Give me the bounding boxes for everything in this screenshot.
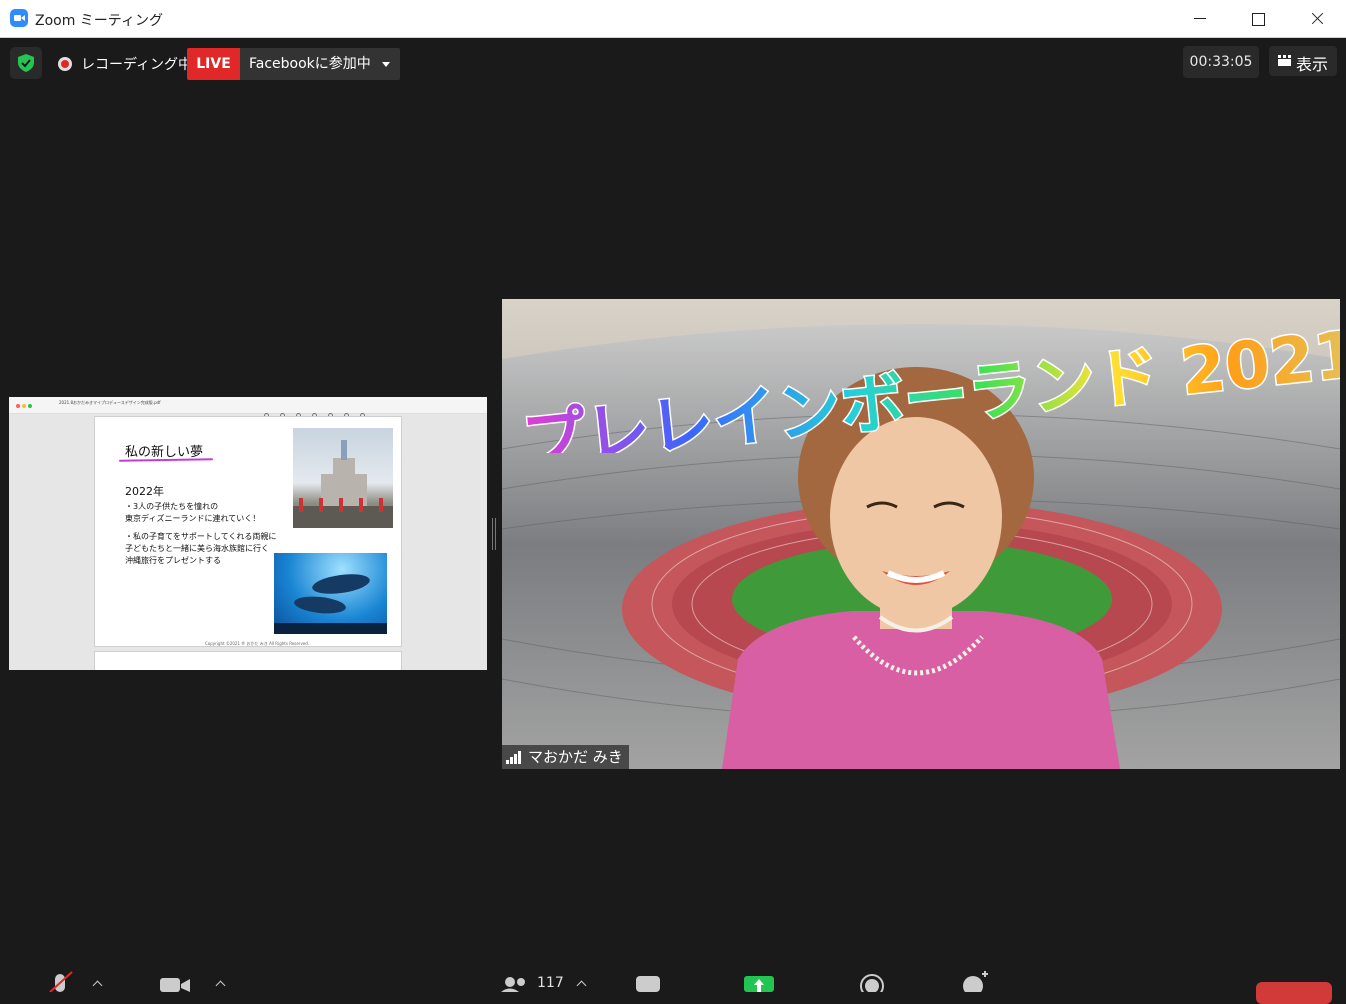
participant-count: 117 (537, 975, 564, 991)
participant-name: マおかだ みき (528, 748, 623, 766)
encryption-shield-icon[interactable] (10, 47, 42, 79)
castle-photo (293, 428, 393, 528)
meeting-timer: 00:33:05 (1183, 46, 1259, 78)
participants-icon[interactable] (500, 970, 530, 992)
live-badge: LIVE (187, 48, 240, 80)
participant-name-tag: マおかだ みき (502, 745, 629, 769)
leave-meeting-button[interactable] (1256, 982, 1332, 1004)
view-button[interactable]: 表示 (1269, 46, 1337, 76)
chat-icon[interactable] (634, 970, 662, 992)
reactions-icon[interactable] (960, 970, 990, 992)
mute-microphone-icon[interactable] (47, 970, 75, 992)
slide-line: 東京ディズニーランドに連れていく！ (125, 514, 261, 523)
close-button[interactable] (1288, 0, 1346, 38)
zoom-app-icon (10, 9, 28, 27)
slide-year: 2022年 (125, 485, 164, 498)
minimize-button[interactable] (1171, 0, 1229, 38)
window-titlebar: Zoom ミーティング (0, 0, 1346, 38)
recording-status[interactable]: レコーディング中 (81, 54, 192, 74)
pdf-next-slide (94, 651, 402, 670)
maximize-button[interactable] (1229, 0, 1287, 38)
video-camera-icon[interactable] (158, 970, 192, 992)
slide-line: 子どもたちと一緒に美ら海水族館に行く (125, 544, 269, 553)
pdf-toolbar-icons (264, 403, 404, 418)
shared-screen[interactable]: 2021.8おかだみきマイプロデュースデザイン完成版.pdf 私の新しい夢 20… (9, 397, 487, 670)
whale-shark-photo (274, 553, 387, 634)
grid-view-icon (1278, 55, 1291, 66)
slide-copyright: Copyright ©2021 ® おかだ みき All Rights Rese… (205, 641, 310, 646)
pdf-slide: 私の新しい夢 2022年 ・3人の子供たちを憧れの 東京ディズニーランドに連れて… (94, 416, 402, 647)
minimize-dot-icon (22, 404, 26, 408)
live-destination-label: Facebookに参加中 (249, 56, 371, 72)
pdf-file-name: 2021.8おかだみきマイプロデュースデザイン完成版.pdf (59, 400, 161, 405)
participant-video[interactable]: プレレインボーランド 2021 (502, 299, 1340, 769)
chevron-down-icon (382, 62, 390, 67)
resize-handle[interactable] (492, 518, 496, 550)
record-icon[interactable] (858, 970, 886, 992)
window-title: Zoom ミーティング (35, 13, 163, 29)
live-stream-dropdown[interactable]: Facebookに参加中 (240, 48, 400, 80)
overlay-title-text: プレレインボーランド 2021 (519, 318, 1340, 453)
slide-line: ・3人の子供たちを憧れの (125, 502, 219, 511)
view-label: 表示 (1296, 55, 1329, 74)
slide-title: 私の新しい夢 (125, 445, 204, 460)
rainbow-title-overlay: プレレインボーランド 2021 (517, 316, 1340, 453)
zoom-dot-icon (28, 404, 32, 408)
pdf-viewer-toolbar: 2021.8おかだみきマイプロデュースデザイン完成版.pdf (9, 397, 487, 418)
share-screen-icon[interactable] (743, 970, 775, 992)
slide-line: 沖縄旅行をプレゼントする (125, 556, 221, 565)
close-dot-icon (16, 404, 20, 408)
slide-line: ・私の子育てをサポートしてくれる両親に (125, 532, 277, 541)
recording-dot-icon (58, 57, 72, 71)
slide-underline (118, 458, 214, 462)
